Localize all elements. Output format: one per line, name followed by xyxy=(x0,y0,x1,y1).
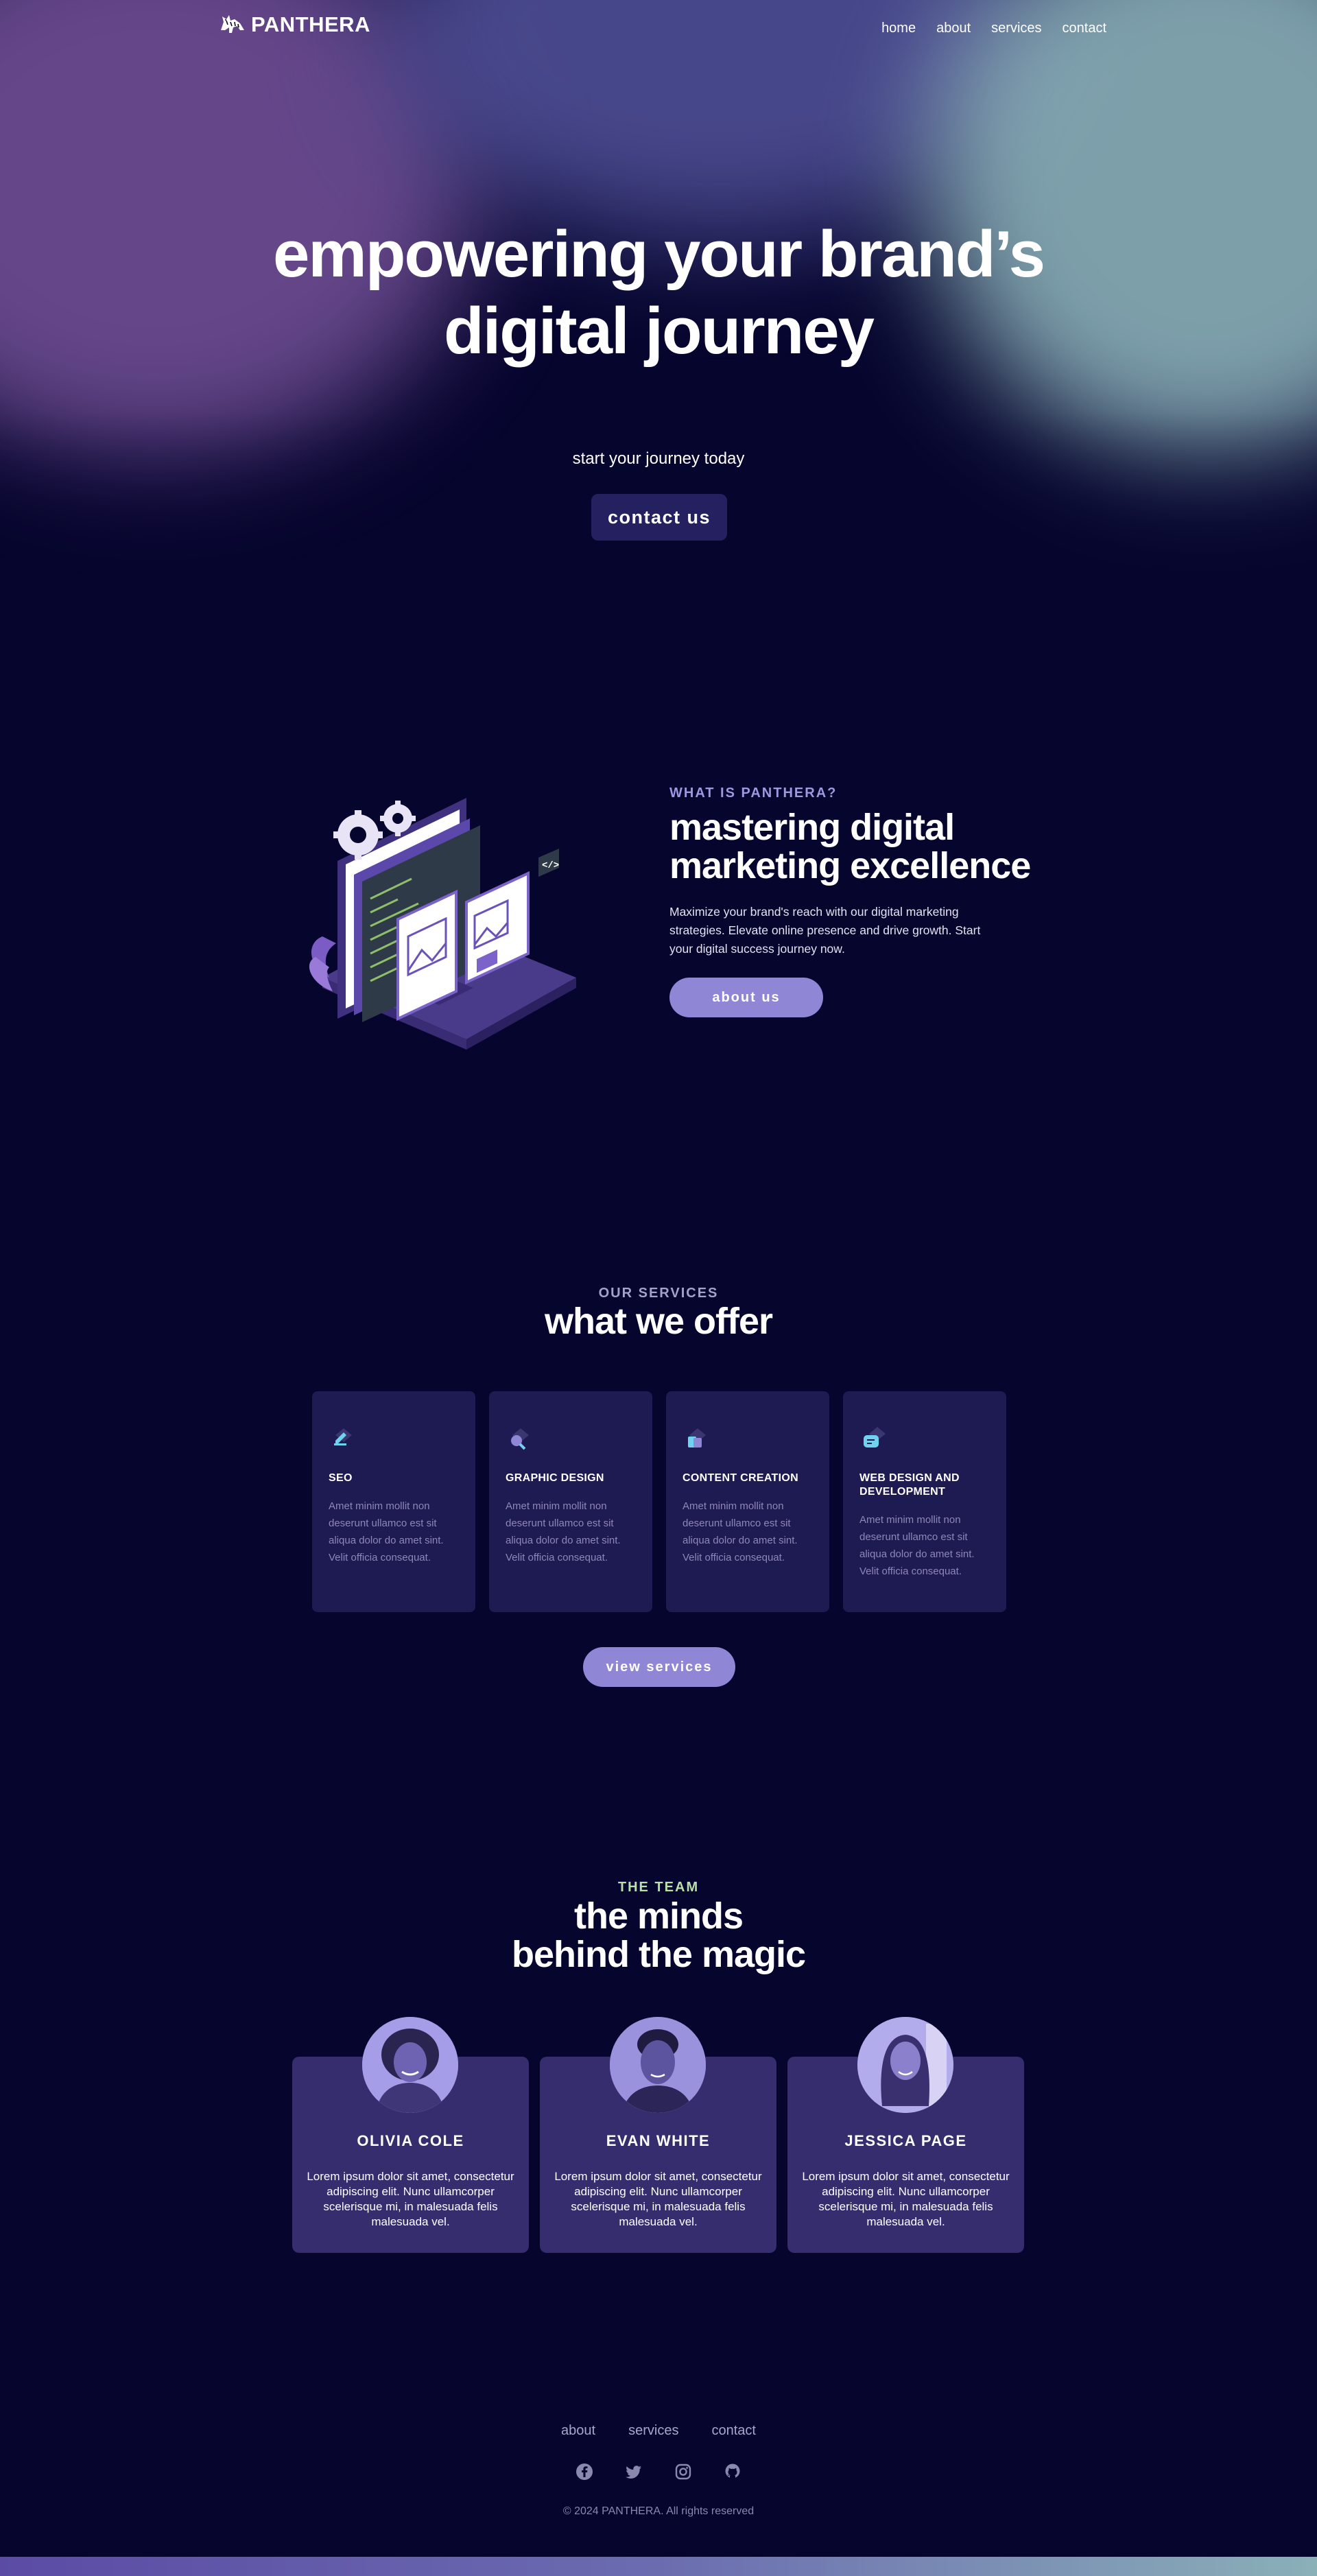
service-cards: SEO Amet minim mollit non deserunt ullam… xyxy=(312,1391,1006,1612)
magnifier-icon xyxy=(511,1428,529,1450)
avatar xyxy=(362,2017,458,2113)
hero-title-line1: empowering your brand’s xyxy=(273,217,1045,291)
book-icon xyxy=(688,1428,706,1447)
nav-link-contact[interactable]: contact xyxy=(1063,21,1106,36)
service-description: Amet minim mollit non deserunt ullamco e… xyxy=(859,1514,975,1577)
member-name: JESSICA PAGE xyxy=(844,2132,967,2149)
team-card-evan: EVAN WHITE Lorem ipsum dolor sit amet, c… xyxy=(540,2017,776,2253)
member-bio: Lorem ipsum dolor sit amet, consectetur … xyxy=(307,2170,514,2228)
nav-link-services[interactable]: services xyxy=(991,21,1041,36)
service-card-web-design[interactable]: WEB DESIGN AND DEVELOPMENT Amet minim mo… xyxy=(843,1391,1006,1612)
service-title: SEO xyxy=(329,1472,353,1484)
member-bio: Lorem ipsum dolor sit amet, consectetur … xyxy=(802,2170,1010,2228)
team-eyebrow: THE TEAM xyxy=(617,1880,700,1895)
page: PANTHERA home about services contact emp… xyxy=(0,0,1317,2576)
service-description: Amet minim mollit non deserunt ullamco e… xyxy=(506,1500,621,1563)
social-links xyxy=(0,2463,1317,2481)
hero-section: PANTHERA home about services contact emp… xyxy=(0,0,1317,686)
hero-subtitle: start your journey today xyxy=(572,449,745,468)
avatar xyxy=(857,2017,953,2113)
footer-link-services[interactable]: services xyxy=(628,2423,678,2439)
about-title-line2: marketing excellence xyxy=(669,845,1031,886)
nav-link-about[interactable]: about xyxy=(936,21,971,36)
service-description: Amet minim mollit non deserunt ullamco e… xyxy=(683,1500,798,1563)
nav-links: home about services contact xyxy=(881,21,1106,36)
team-cards: OLIVIA COLE Lorem ipsum dolor sit amet, … xyxy=(292,2017,1024,2253)
nav-link-home[interactable]: home xyxy=(881,21,916,36)
contact-us-button[interactable]: contact us xyxy=(591,494,727,541)
about-title: mastering digital marketing excellence xyxy=(669,808,1054,885)
member-name: EVAN WHITE xyxy=(606,2132,711,2149)
service-card-seo[interactable]: SEO Amet minim mollit non deserunt ullam… xyxy=(312,1391,475,1612)
chat-icon xyxy=(864,1427,886,1447)
services-title: what we offer xyxy=(544,1301,773,1342)
bottom-gradient-bar xyxy=(0,2557,1317,2576)
github-icon[interactable] xyxy=(724,2463,741,2481)
member-name: OLIVIA COLE xyxy=(357,2132,464,2149)
service-card-content-creation[interactable]: CONTENT CREATION Amet minim mollit non d… xyxy=(666,1391,829,1612)
svg-text:</>: </> xyxy=(542,860,559,871)
service-title: WEB DESIGN AND DEVELOPMENT xyxy=(859,1472,960,1498)
brand-name: PANTHERA xyxy=(251,12,370,36)
about-eyebrow: WHAT IS PANTHERA? xyxy=(669,785,838,801)
zebra-logo-icon xyxy=(221,15,244,33)
team-title-line1: the minds xyxy=(573,1895,744,1937)
member-bio: Lorem ipsum dolor sit amet, consectetur … xyxy=(554,2170,762,2228)
service-title: CONTENT CREATION xyxy=(683,1472,798,1484)
about-description: Maximize your brand's reach with our dig… xyxy=(669,905,981,956)
team-card-olivia: OLIVIA COLE Lorem ipsum dolor sit amet, … xyxy=(292,2017,529,2253)
team-title: the minds behind the magic xyxy=(0,1897,1317,1974)
facebook-icon[interactable] xyxy=(576,2463,593,2481)
team-title-line2: behind the magic xyxy=(511,1934,806,1975)
team-card-jessica: JESSICA PAGE Lorem ipsum dolor sit amet,… xyxy=(787,2017,1024,2253)
hero-title: empowering your brand’s digital journey xyxy=(0,216,1317,370)
hero-title-line2: digital journey xyxy=(443,294,875,368)
instagram-icon[interactable] xyxy=(674,2463,692,2481)
laptop-illustration: </> xyxy=(309,798,576,1050)
copyright: © 2024 PANTHERA. All rights reserved xyxy=(562,2505,755,2517)
about-section: WHAT IS PANTHERA? mastering digital mark… xyxy=(669,785,1054,1017)
service-title: GRAPHIC DESIGN xyxy=(506,1472,604,1484)
footer-links: about services contact xyxy=(0,2423,1317,2439)
about-title-line1: mastering digital xyxy=(669,807,955,848)
logo[interactable]: PANTHERA xyxy=(217,10,370,40)
top-nav: PANTHERA home about services contact xyxy=(0,0,1317,62)
footer-link-contact[interactable]: contact xyxy=(711,2423,755,2439)
pen-icon xyxy=(334,1428,352,1445)
service-card-graphic-design[interactable]: GRAPHIC DESIGN Amet minim mollit non des… xyxy=(489,1391,652,1612)
about-us-button[interactable]: about us xyxy=(669,978,823,1017)
twitter-icon[interactable] xyxy=(625,2463,643,2481)
avatar xyxy=(610,2017,706,2113)
view-services-button[interactable]: view services xyxy=(583,1647,735,1687)
footer-link-about[interactable]: about xyxy=(561,2423,595,2439)
service-description: Amet minim mollit non deserunt ullamco e… xyxy=(329,1500,444,1563)
services-eyebrow: OUR SERVICES xyxy=(598,1286,719,1301)
